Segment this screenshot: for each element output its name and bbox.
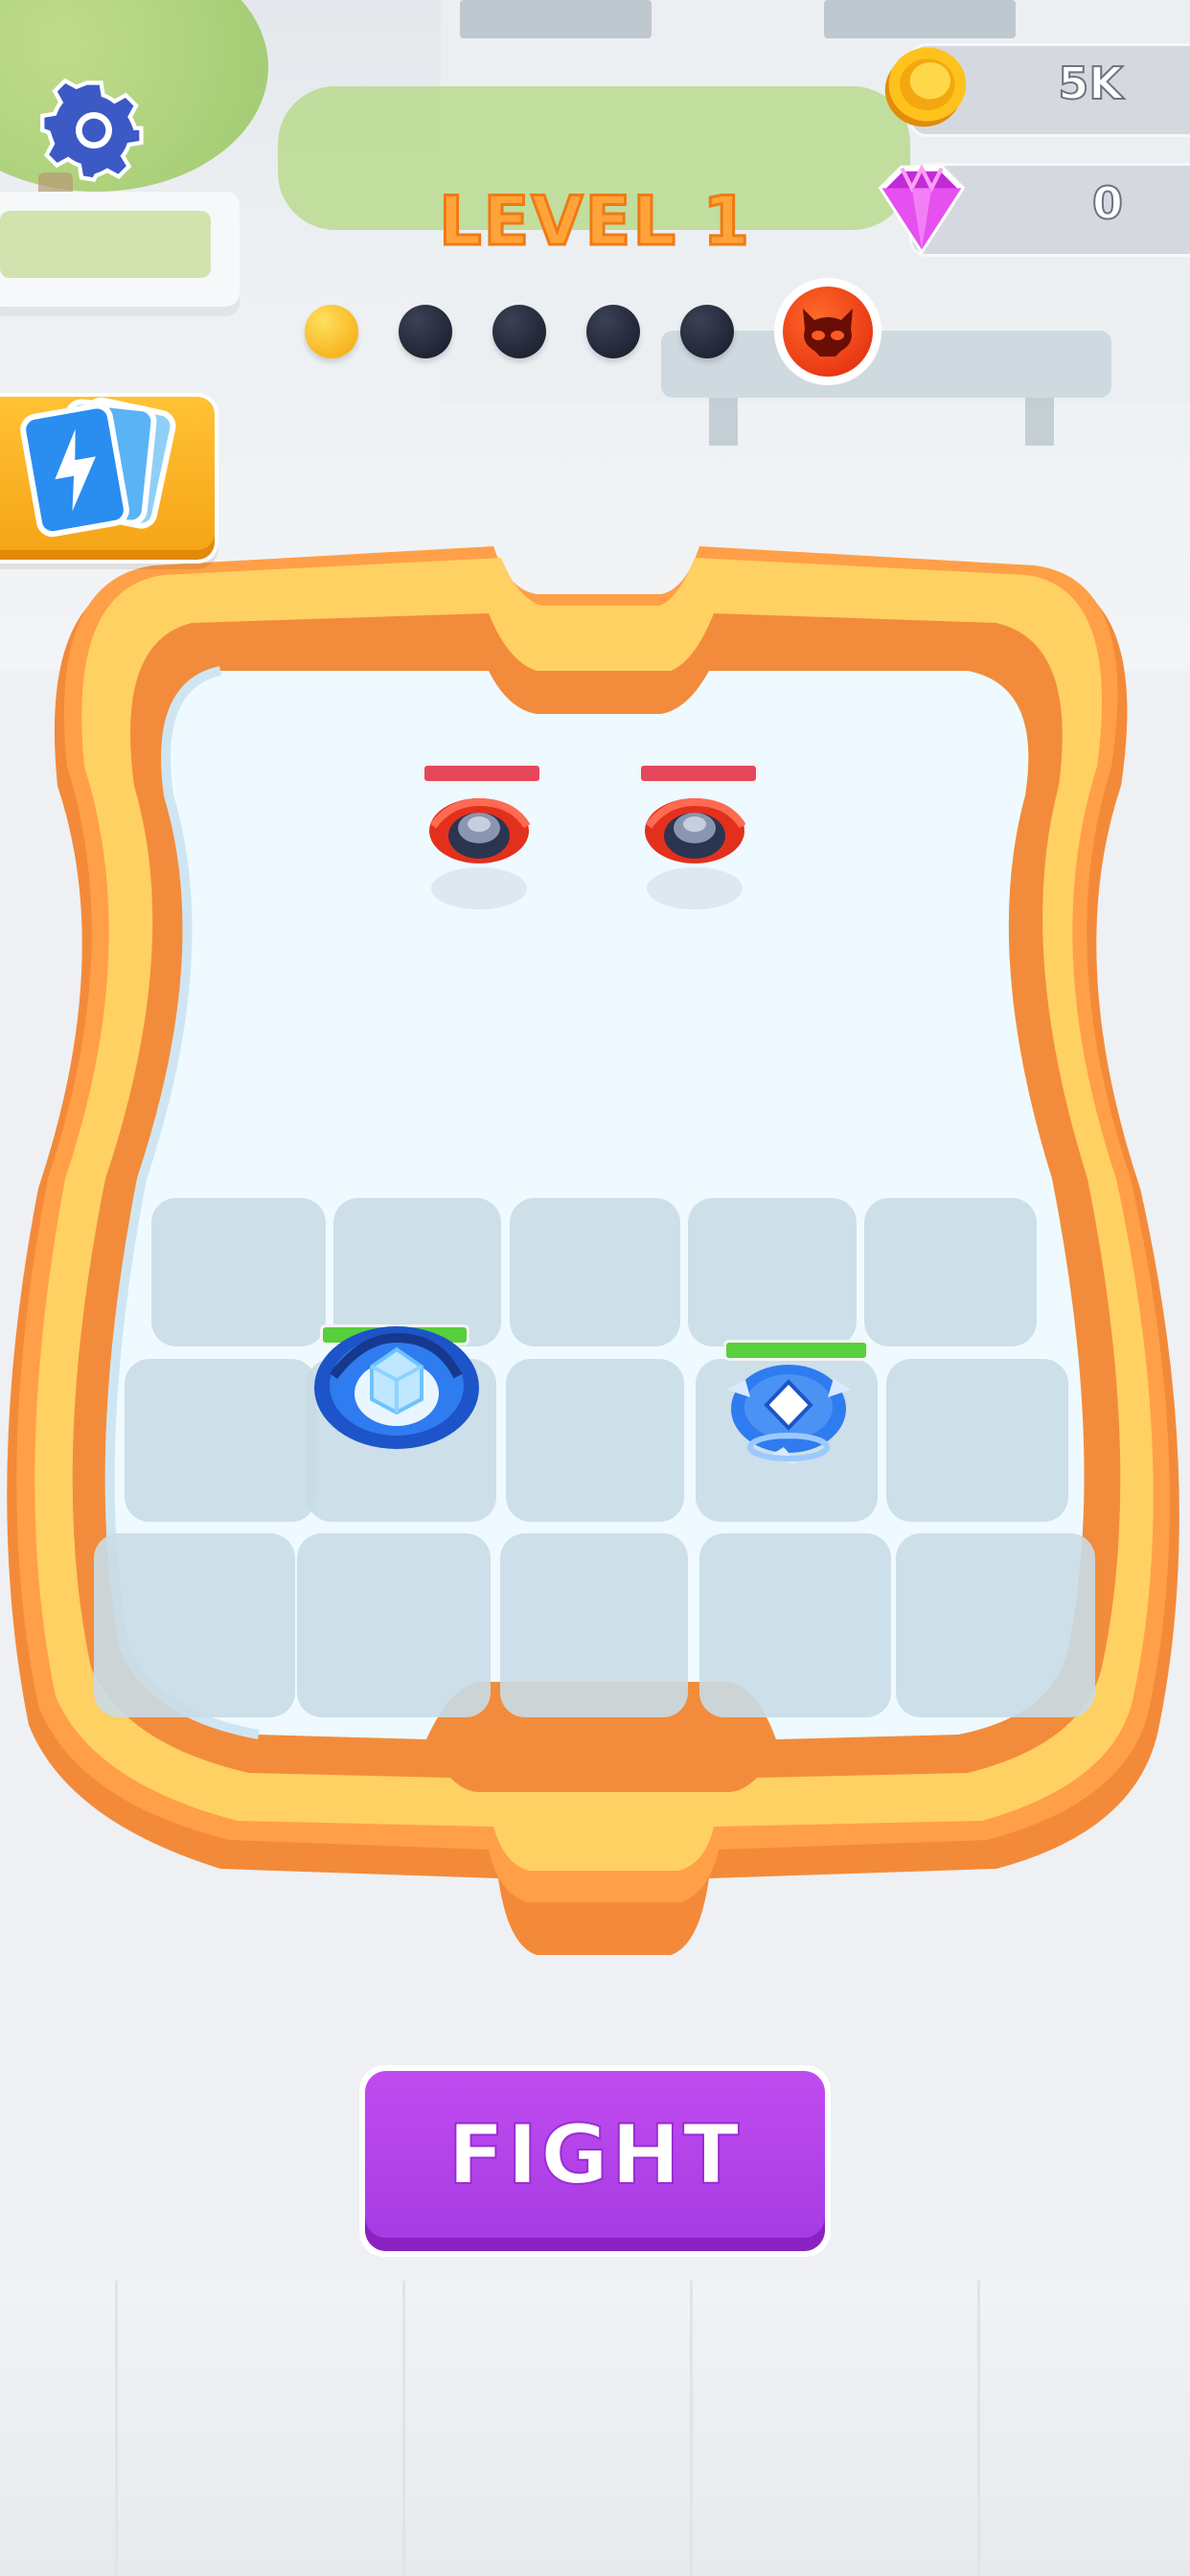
gem-icon xyxy=(878,164,966,256)
background-floor xyxy=(0,2281,1190,2576)
stage-dot-completed xyxy=(305,305,358,358)
stage-dot xyxy=(399,305,452,358)
grid-cell[interactable] xyxy=(510,1198,680,1346)
lightning-cards-icon xyxy=(20,397,176,538)
coin-icon xyxy=(884,47,967,127)
grid-cell[interactable] xyxy=(506,1359,684,1522)
grid-cell[interactable] xyxy=(699,1533,891,1717)
grid-cell[interactable] xyxy=(896,1533,1095,1717)
player-spinning-top[interactable] xyxy=(305,1300,496,1472)
stage-dot xyxy=(680,305,734,358)
stage-dot xyxy=(586,305,640,358)
grid-cell[interactable] xyxy=(688,1198,857,1346)
grid-cell[interactable] xyxy=(500,1533,688,1717)
boss-stage xyxy=(774,278,881,385)
cards-button[interactable] xyxy=(0,393,218,564)
settings-button[interactable] xyxy=(38,75,149,186)
grid-cell[interactable] xyxy=(297,1533,491,1717)
grid-cell[interactable] xyxy=(151,1198,326,1346)
grid-cell[interactable] xyxy=(886,1359,1068,1522)
level-title: LEVEL 1 xyxy=(437,181,752,263)
grid-cell[interactable] xyxy=(94,1533,295,1717)
grid-cell[interactable] xyxy=(864,1198,1037,1346)
fight-button-label: FIGHT xyxy=(447,2106,743,2204)
player-spinning-top[interactable] xyxy=(707,1351,870,1476)
demon-skull-icon xyxy=(803,309,853,356)
enemy-spinning-top[interactable] xyxy=(637,778,762,922)
coins-value: 5K xyxy=(1057,57,1124,110)
gear-icon xyxy=(40,78,144,182)
grid-cell[interactable] xyxy=(125,1359,316,1522)
game-scene: 5K 0 LEVEL 1 FIGHT xyxy=(0,0,1190,2576)
gems-value: 0 xyxy=(1091,176,1124,230)
stage-progress xyxy=(287,278,901,385)
enemy-spinning-top[interactable] xyxy=(422,778,546,922)
stage-dot xyxy=(492,305,546,358)
fight-button[interactable]: FIGHT xyxy=(359,2065,831,2257)
